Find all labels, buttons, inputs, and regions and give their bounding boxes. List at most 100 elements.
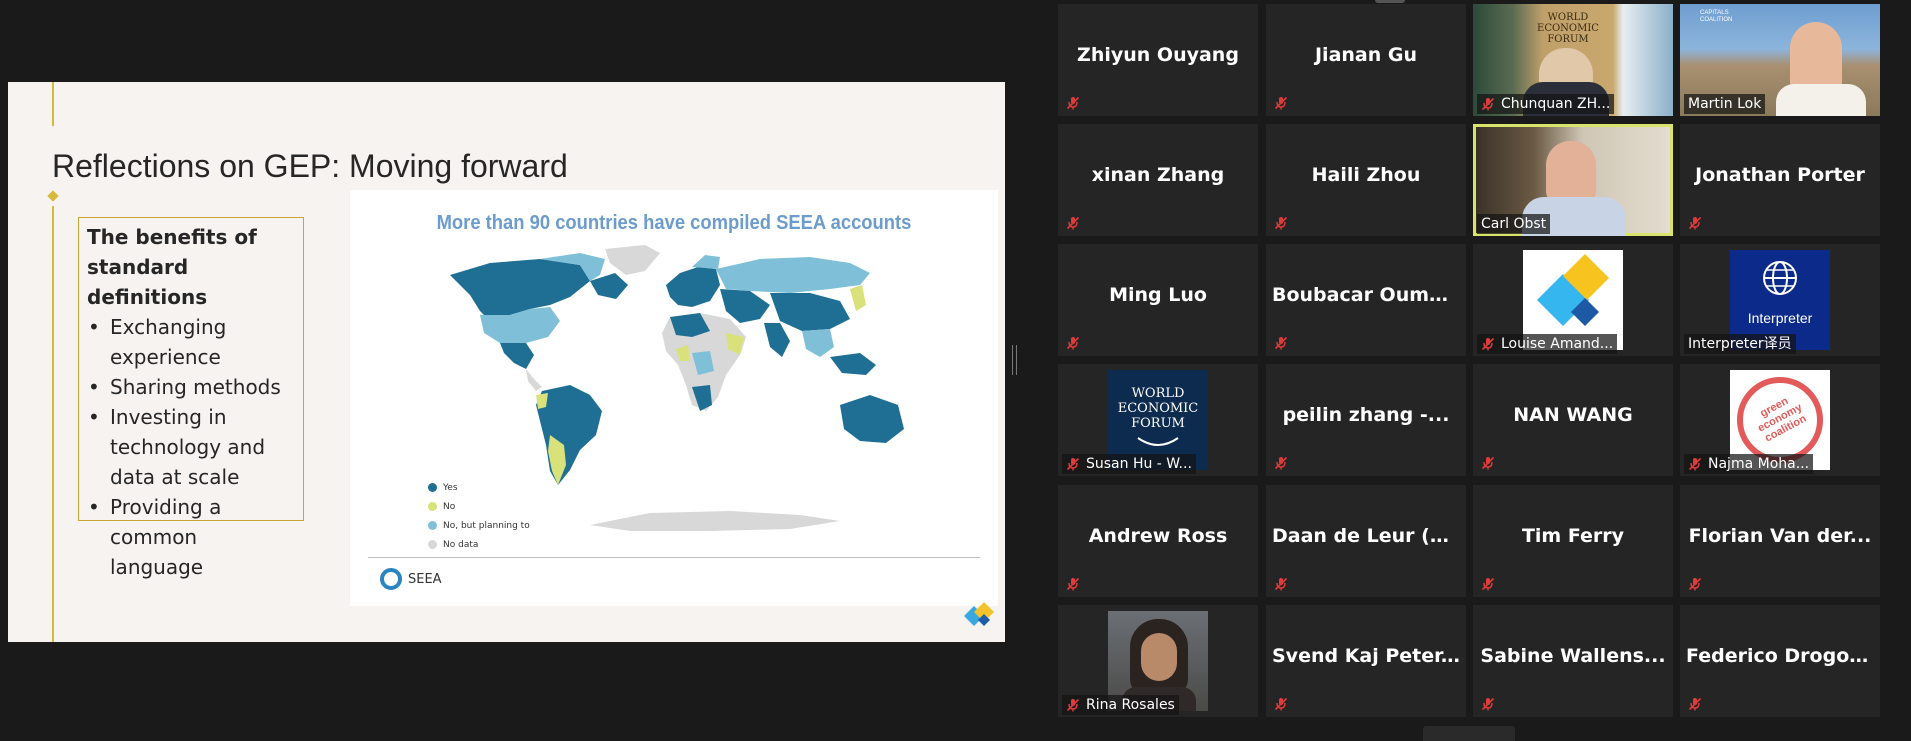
participant-tile[interactable]: WORLD ECONOMIC FORUM Chunquan ZH... <box>1473 4 1673 116</box>
globe-icon <box>1763 261 1797 295</box>
participant-tile[interactable]: Haili Zhou <box>1266 124 1466 236</box>
muted-mic-icon <box>1688 457 1702 471</box>
panel-splitter-handle[interactable] <box>1012 345 1017 375</box>
participant-tile[interactable]: Rina Rosales <box>1058 605 1258 717</box>
seea-label: SEEA <box>408 571 442 587</box>
participant-name: Interpreter译员 <box>1688 336 1792 352</box>
participant-name: Zhiyun Ouyang <box>1077 44 1239 66</box>
participant-name: peilin zhang -... <box>1282 404 1450 426</box>
participant-name-label: Najma Moha... <box>1684 454 1814 474</box>
participant-tile[interactable]: Sabine Wallens... <box>1473 605 1673 717</box>
participant-tile[interactable]: Boubacar Ouma... <box>1266 244 1466 356</box>
muted-mic-icon <box>1481 577 1495 591</box>
capitals-coalition-logo: CAPITALS COALITION <box>1700 10 1733 23</box>
participant-name-label: Interpreter译员 <box>1684 334 1796 354</box>
participant-tile[interactable]: Carl Obst <box>1473 124 1673 236</box>
muted-mic-icon <box>1274 697 1288 711</box>
muted-mic-icon <box>1274 96 1288 110</box>
divider <box>368 557 980 558</box>
participant-tile[interactable]: NAN WANG <box>1473 364 1673 476</box>
person-silhouette <box>1790 22 1842 92</box>
muted-mic-icon <box>1066 216 1080 230</box>
benefit-item: Providing a common language <box>87 492 295 582</box>
muted-mic-icon <box>1688 577 1702 591</box>
participant-name: Andrew Ross <box>1088 525 1228 547</box>
interpreter-logo-text: Interpreter <box>1747 310 1813 326</box>
participant-name: Susan Hu - W... <box>1086 456 1192 472</box>
participant-tile[interactable]: CAPITALS COALITION Martin Lok <box>1680 4 1880 116</box>
participant-tile[interactable]: Svend Kaj Peter... <box>1266 605 1466 717</box>
participant-tile[interactable]: Zhiyun Ouyang <box>1058 4 1258 116</box>
participant-name-label: Susan Hu - W... <box>1062 454 1196 474</box>
participant-name: Carl Obst <box>1481 216 1547 232</box>
legend-item: No, but planning to <box>428 516 530 535</box>
seea-icon <box>380 568 402 590</box>
map-legend: Yes No No, but planning to No data <box>428 478 530 554</box>
participant-tile[interactable]: Jianan Gu <box>1266 4 1466 116</box>
participant-tile[interactable]: Daan de Leur (N... <box>1266 485 1466 597</box>
muted-mic-icon <box>1688 697 1702 711</box>
participant-name: Louise Amand... <box>1501 336 1614 352</box>
participant-name: NAN WANG <box>1513 404 1633 426</box>
benefits-box: The benefits of standard definitions Exc… <box>78 217 304 579</box>
participant-tile[interactable]: green economy coalition Najma Moha... <box>1680 364 1880 476</box>
participant-name: Daan de Leur (N... <box>1272 525 1466 547</box>
participant-name-label: Martin Lok <box>1684 94 1766 114</box>
slide-accent-line-top <box>52 82 54 126</box>
participant-name: Federico Drogo,... <box>1686 645 1879 667</box>
participant-tile[interactable]: peilin zhang -... <box>1266 364 1466 476</box>
person-face <box>1141 633 1177 681</box>
participant-name: Haili Zhou <box>1311 164 1421 186</box>
muted-mic-icon <box>1481 97 1495 111</box>
participant-name: Ming Luo <box>1109 284 1207 306</box>
participant-name: Jianan Gu <box>1314 44 1417 66</box>
shared-screen-slide: Reflections on GEP: Moving forward The b… <box>8 82 1005 642</box>
participant-tile[interactable]: Andrew Ross <box>1058 485 1258 597</box>
map-figure: More than 90 countries have compiled SEE… <box>350 190 998 606</box>
legend-item: No data <box>428 535 530 554</box>
muted-mic-icon <box>1066 577 1080 591</box>
bottom-toolbar-tab[interactable] <box>1423 726 1515 741</box>
slide-title: Reflections on GEP: Moving forward <box>52 148 568 184</box>
wef-arc-icon <box>1137 437 1179 446</box>
participant-tile[interactable]: Federico Drogo,... <box>1680 605 1880 717</box>
participant-tile[interactable]: Tim Ferry <box>1473 485 1673 597</box>
participant-tile[interactable]: Ming Luo <box>1058 244 1258 356</box>
person-silhouette <box>1546 141 1596 205</box>
legend-item: Yes <box>428 478 530 497</box>
legend-item: No <box>428 497 530 516</box>
participant-name-label: Louise Amand... <box>1477 334 1618 354</box>
participant-name-label: Carl Obst <box>1477 214 1551 234</box>
participant-name-label: Chunquan ZH... <box>1477 94 1615 114</box>
muted-mic-icon <box>1274 336 1288 350</box>
benefit-item: Investing in technology and data at scal… <box>87 402 295 492</box>
muted-mic-icon <box>1066 96 1080 110</box>
muted-mic-icon <box>1688 216 1702 230</box>
person-shirt <box>1776 84 1866 116</box>
participant-name: Boubacar Ouma... <box>1272 284 1464 306</box>
seea-logo: SEEA <box>380 568 442 590</box>
muted-mic-icon <box>1066 698 1080 712</box>
participant-name: Sabine Wallens... <box>1480 645 1666 667</box>
muted-mic-icon <box>1481 697 1495 711</box>
map-title: More than 90 countries have compiled SEE… <box>436 212 912 234</box>
wef-logo-text: WORLD ECONOMIC FORUM <box>1117 386 1199 431</box>
muted-mic-icon <box>1481 337 1495 351</box>
wef-sign-text: WORLD ECONOMIC FORUM <box>1537 12 1599 45</box>
participant-tile[interactable]: Florian Van der... <box>1680 485 1880 597</box>
benefit-item: Sharing methods <box>87 372 295 402</box>
benefits-list: Exchanging experience Sharing methods In… <box>87 312 295 582</box>
participant-tile[interactable]: Interpreter Interpreter译员 <box>1680 244 1880 356</box>
participant-name: Florian Van der... <box>1688 525 1872 547</box>
participant-name: Tim Ferry <box>1521 525 1625 547</box>
top-handle[interactable] <box>1375 0 1405 3</box>
muted-mic-icon <box>1066 336 1080 350</box>
participant-tile[interactable]: WORLD ECONOMIC FORUM Susan Hu - W... <box>1058 364 1258 476</box>
muted-mic-icon <box>1274 577 1288 591</box>
muted-mic-icon <box>1481 456 1495 470</box>
participant-tile[interactable]: Louise Amand... <box>1473 244 1673 356</box>
participant-tile[interactable]: xinan Zhang <box>1058 124 1258 236</box>
muted-mic-icon <box>1066 457 1080 471</box>
participant-tile[interactable]: Jonathan Porter <box>1680 124 1880 236</box>
participant-name: Svend Kaj Peter... <box>1272 645 1463 667</box>
